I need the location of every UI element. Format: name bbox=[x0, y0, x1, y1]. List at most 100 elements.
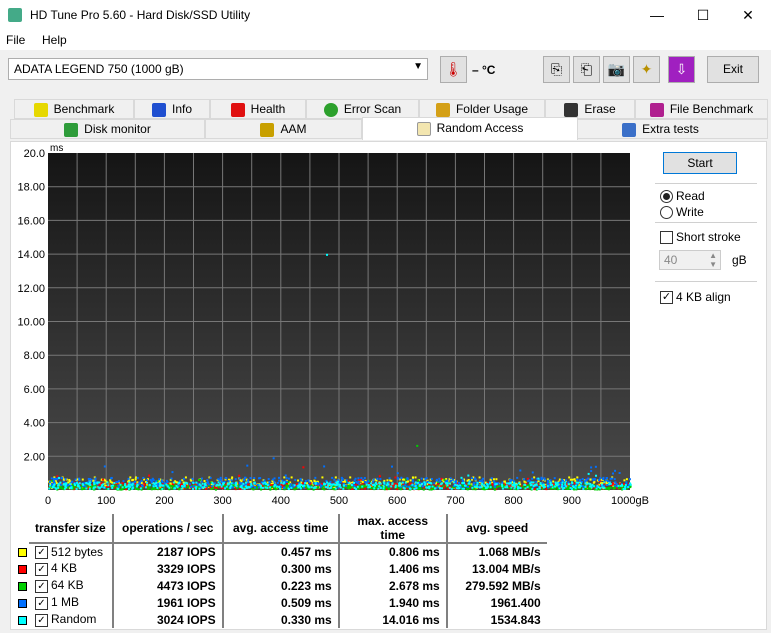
data-point bbox=[461, 487, 464, 490]
data-point bbox=[589, 482, 592, 485]
data-point bbox=[549, 487, 552, 490]
data-point bbox=[136, 476, 139, 479]
data-point bbox=[409, 482, 412, 485]
tab-disk-monitor[interactable]: Disk monitor bbox=[10, 119, 205, 139]
read-radio[interactable] bbox=[660, 190, 673, 203]
random-access-chart: ms 2.00 4.00 6.00 8.00 10.00 12.00 14.00 16.00 18… bbox=[17, 143, 649, 507]
write-radio[interactable] bbox=[660, 206, 673, 219]
data-point bbox=[441, 487, 444, 490]
data-point bbox=[276, 481, 279, 484]
tab-erase[interactable]: Erase bbox=[545, 99, 635, 119]
tab-folder-usage[interactable]: Folder Usage bbox=[419, 99, 545, 119]
data-point bbox=[266, 484, 269, 487]
menu-help[interactable]: Help bbox=[42, 33, 67, 47]
tab-info[interactable]: Info bbox=[134, 99, 210, 119]
series-checkbox[interactable]: ✓ bbox=[35, 613, 48, 627]
data-point bbox=[414, 481, 417, 484]
data-point bbox=[382, 485, 385, 488]
data-point bbox=[62, 478, 65, 481]
data-point bbox=[600, 483, 603, 486]
data-point bbox=[290, 486, 293, 489]
data-point bbox=[400, 476, 403, 479]
data-point bbox=[457, 484, 460, 487]
data-point bbox=[327, 484, 330, 487]
series-color-swatch bbox=[18, 581, 27, 591]
series-checkbox[interactable]: ✓ bbox=[35, 562, 48, 576]
data-point bbox=[59, 483, 62, 486]
exit-button[interactable]: Exit bbox=[707, 56, 759, 83]
4kb-align-checkbox[interactable]: ✓ bbox=[660, 291, 673, 304]
data-point bbox=[417, 479, 420, 482]
data-point bbox=[601, 486, 604, 489]
copy-results-button[interactable]: ⎗ bbox=[573, 56, 600, 83]
series-checkbox[interactable]: ✓ bbox=[35, 579, 48, 593]
drive-select[interactable]: ADATA LEGEND 750 (1000 gB) ▼ bbox=[8, 58, 428, 80]
close-button[interactable]: ✕ bbox=[725, 0, 771, 30]
data-point bbox=[452, 481, 455, 484]
data-point bbox=[345, 484, 348, 487]
data-point bbox=[121, 482, 124, 485]
data-point bbox=[273, 480, 276, 483]
data-point bbox=[88, 481, 91, 484]
data-point bbox=[274, 484, 277, 487]
data-point bbox=[466, 488, 469, 491]
data-point bbox=[160, 479, 163, 482]
screenshot-button[interactable]: 📷 bbox=[603, 56, 630, 83]
short-stroke-checkbox[interactable] bbox=[660, 231, 673, 244]
short-stroke-spinner[interactable]: 40 ▲ ▼ bbox=[659, 250, 721, 270]
tab-random-access[interactable]: Random Access bbox=[362, 117, 578, 140]
tab-extra-tests[interactable]: Extra tests bbox=[553, 119, 768, 139]
data-point bbox=[304, 479, 307, 482]
minimize-button[interactable]: — bbox=[634, 0, 680, 30]
data-point bbox=[264, 481, 267, 484]
series-checkbox[interactable]: ✓ bbox=[35, 596, 48, 610]
data-point bbox=[411, 478, 414, 481]
data-point bbox=[222, 483, 225, 486]
data-point bbox=[75, 487, 78, 490]
tab-health[interactable]: Health bbox=[210, 99, 306, 119]
table-row: ✓ Random 3024 IOPS 0.330 ms 14.016 ms 153… bbox=[14, 611, 547, 628]
data-point bbox=[82, 483, 85, 486]
series-checkbox[interactable]: ✓ bbox=[35, 546, 48, 560]
data-point bbox=[69, 483, 72, 486]
data-point bbox=[356, 485, 359, 488]
data-point bbox=[335, 483, 338, 486]
data-point bbox=[331, 476, 334, 479]
tab-benchmark[interactable]: Benchmark bbox=[14, 99, 134, 119]
x-tick-label: 1000gB bbox=[611, 495, 649, 507]
tab-error-scan[interactable]: Error Scan bbox=[306, 99, 419, 119]
tab-file-benchmark[interactable]: File Benchmark bbox=[635, 99, 768, 119]
data-point bbox=[127, 477, 130, 480]
data-point bbox=[606, 480, 609, 483]
data-point bbox=[127, 487, 130, 490]
data-point bbox=[390, 485, 393, 488]
y-axis-unit: ms bbox=[50, 143, 63, 154]
copy-info-button[interactable]: ⎘ bbox=[543, 56, 570, 83]
data-point bbox=[419, 484, 422, 487]
data-point bbox=[377, 487, 380, 490]
data-point bbox=[364, 487, 367, 490]
data-point bbox=[273, 477, 276, 480]
data-point bbox=[230, 484, 233, 487]
series-color-swatch bbox=[18, 564, 27, 574]
data-point bbox=[555, 484, 558, 487]
folder-icon bbox=[435, 102, 450, 117]
data-point bbox=[280, 481, 283, 484]
data-point bbox=[531, 471, 534, 474]
data-point bbox=[431, 485, 434, 488]
tab-aam[interactable]: AAM bbox=[205, 119, 362, 139]
start-button[interactable]: Start bbox=[663, 152, 737, 174]
save-button[interactable]: ⇩ bbox=[668, 56, 695, 83]
spinner-arrows-icon[interactable]: ▲ ▼ bbox=[709, 251, 717, 269]
data-point bbox=[323, 488, 326, 491]
maximize-button[interactable]: ☐ bbox=[680, 0, 726, 30]
data-point bbox=[564, 481, 567, 484]
data-point bbox=[584, 485, 587, 488]
x-tick-label: 400 bbox=[272, 495, 290, 507]
data-point bbox=[94, 477, 97, 480]
menu-file[interactable]: File bbox=[6, 33, 25, 47]
data-point bbox=[408, 487, 411, 490]
options-button[interactable]: ✦ bbox=[633, 56, 660, 83]
data-point bbox=[262, 482, 265, 485]
data-point bbox=[575, 481, 578, 484]
